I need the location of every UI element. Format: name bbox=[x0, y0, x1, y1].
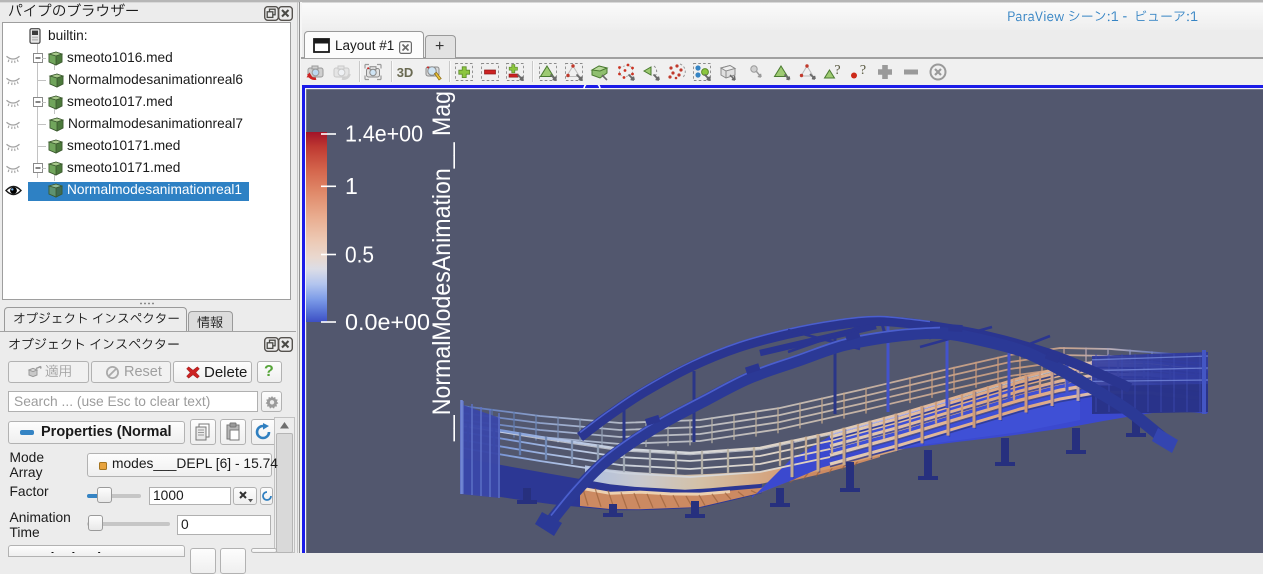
svg-text:__NormalModesAnimation__ Mag: __NormalModesAnimation__ Mag bbox=[428, 91, 456, 442]
svg-text:?: ? bbox=[834, 63, 840, 78]
svg-text:0.0e+00: 0.0e+00 bbox=[345, 309, 430, 335]
svg-text:1: 1 bbox=[345, 173, 358, 199]
svg-text:3D: 3D bbox=[397, 65, 414, 80]
svg-text:0.5: 0.5 bbox=[345, 242, 374, 268]
svg-text:1.4e+00: 1.4e+00 bbox=[345, 121, 423, 147]
svg-text:?: ? bbox=[860, 63, 866, 78]
